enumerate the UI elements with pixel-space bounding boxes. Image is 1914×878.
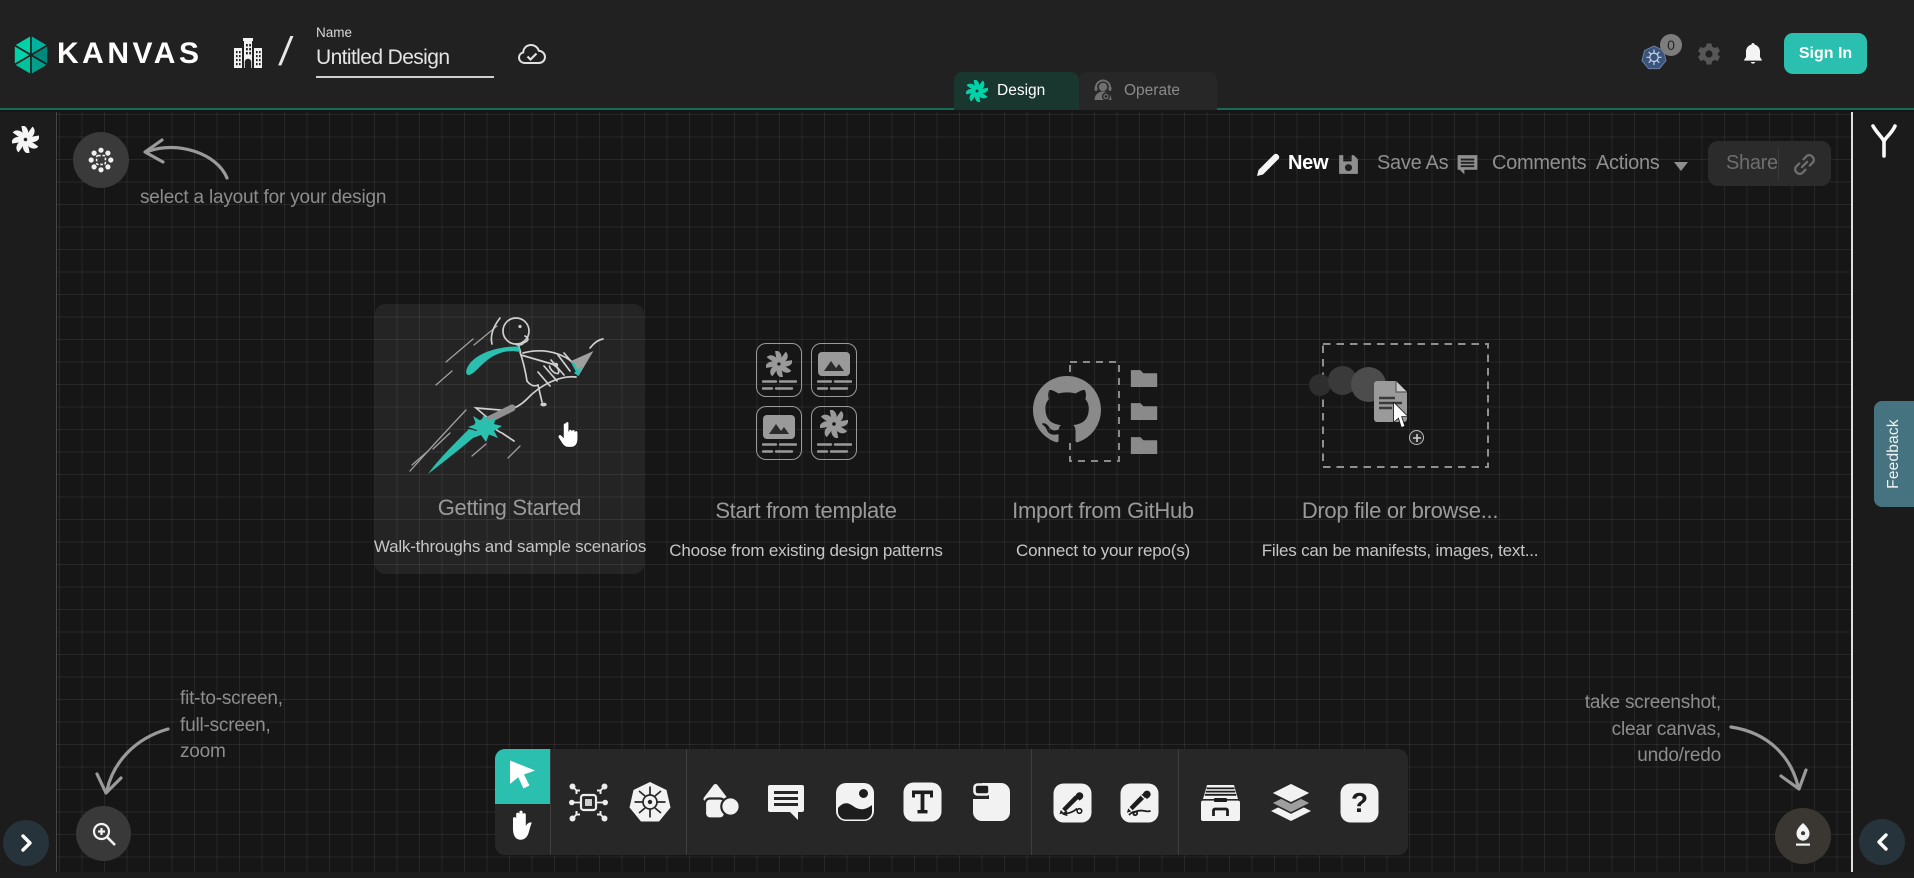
svg-text:0: 0 [1667,37,1675,53]
svg-text:?: ? [1351,787,1368,818]
